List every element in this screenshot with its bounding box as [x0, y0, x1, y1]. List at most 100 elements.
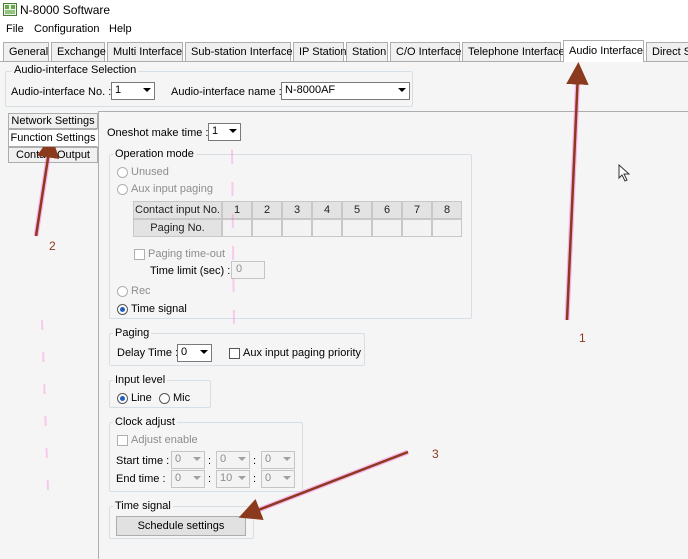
- aux-priority-checkbox[interactable]: [229, 348, 240, 359]
- paging-no-cell[interactable]: [432, 219, 462, 237]
- paging-no-cell[interactable]: [252, 219, 282, 237]
- oneshot-value: 1: [212, 125, 219, 137]
- tab-audio-interface[interactable]: Audio Interface: [563, 40, 644, 62]
- aux-input-paging-label: Aux input paging: [131, 183, 213, 195]
- tab-general[interactable]: General: [3, 42, 49, 61]
- paging-no-cell[interactable]: [282, 219, 312, 237]
- start-minute-value: 0: [220, 453, 227, 465]
- contact-no-4: 4: [312, 201, 342, 219]
- chevron-down-icon: [229, 129, 237, 133]
- radio-rec[interactable]: [117, 286, 128, 297]
- contact-no-2: 2: [252, 201, 282, 219]
- paging-timeout-checkbox[interactable]: [134, 249, 145, 260]
- contact-no-6: 6: [372, 201, 402, 219]
- chevron-down-icon: [238, 476, 246, 480]
- start-hour-select[interactable]: 0: [171, 451, 205, 469]
- time-limit-label: Time limit (sec) :: [150, 265, 231, 277]
- side-tab-contact-output[interactable]: Contact Output: [8, 147, 98, 163]
- adjust-enable-label: Adjust enable: [131, 434, 198, 446]
- line-label: Line: [131, 392, 152, 404]
- selection-group-label: Audio-interface Selection: [12, 64, 139, 76]
- time-signal-radio-label: Time signal: [131, 303, 187, 315]
- audio-interface-name-label: Audio-interface name :: [171, 86, 282, 98]
- radio-unused[interactable]: [117, 167, 128, 178]
- tab-station[interactable]: Station: [346, 42, 388, 61]
- mic-label: Mic: [173, 392, 191, 404]
- oneshot-label: Oneshot make time :: [107, 127, 209, 139]
- chevron-down-icon: [283, 457, 291, 461]
- tab-sub-station-interface[interactable]: Sub-station Interface: [185, 42, 293, 61]
- paging-no-cell[interactable]: [312, 219, 342, 237]
- radio-time-signal[interactable]: [117, 304, 128, 315]
- start-second-select[interactable]: 0: [261, 451, 295, 469]
- chevron-down-icon: [398, 88, 406, 92]
- paging-no-cell[interactable]: [402, 219, 432, 237]
- tab-ip-station[interactable]: IP Station: [293, 42, 347, 61]
- paging-no-label: Paging No.: [133, 219, 222, 237]
- end-second-select[interactable]: 0: [261, 470, 295, 488]
- end-minute-value: 10: [220, 472, 233, 484]
- chevron-down-icon: [200, 350, 208, 354]
- end-hour-select[interactable]: 0: [171, 470, 205, 488]
- tab-exchange[interactable]: Exchange: [51, 42, 106, 61]
- time-signal-group-label: Time signal: [113, 500, 173, 512]
- chevron-down-icon: [143, 88, 151, 92]
- tab-co-interface[interactable]: C/O Interface: [390, 42, 461, 61]
- menu-help[interactable]: Help: [109, 23, 132, 35]
- annotation-label-3: 3: [432, 447, 439, 461]
- delay-time-select[interactable]: 0: [177, 344, 212, 362]
- radio-aux-input-paging[interactable]: [117, 184, 128, 195]
- audio-interface-no-value: 1: [115, 84, 122, 96]
- time-separator: :: [253, 455, 257, 467]
- contact-no-1: 1: [222, 201, 252, 219]
- start-minute-select[interactable]: 0: [216, 451, 250, 469]
- tab-direct-se[interactable]: Direct Se: [646, 42, 688, 61]
- window-title: N-8000 Software: [20, 3, 111, 17]
- paging-no-cell[interactable]: [222, 219, 252, 237]
- chevron-down-icon: [193, 476, 201, 480]
- radio-mic[interactable]: [159, 393, 170, 404]
- delay-time-label: Delay Time :: [117, 347, 179, 359]
- paging-group-label: Paging: [113, 327, 152, 339]
- time-separator: :: [253, 473, 257, 485]
- radio-line[interactable]: [117, 393, 128, 404]
- tab-multi-interface[interactable]: Multi Interface: [107, 42, 183, 61]
- paging-no-cell[interactable]: [372, 219, 402, 237]
- adjust-enable-checkbox[interactable]: [117, 435, 128, 446]
- menu-configuration[interactable]: Configuration: [34, 23, 99, 35]
- operation-mode-label: Operation mode: [113, 148, 196, 160]
- chevron-down-icon: [193, 457, 201, 461]
- end-hour-value: 0: [175, 472, 182, 484]
- start-time-label: Start time :: [116, 455, 170, 467]
- menu-file[interactable]: File: [6, 23, 24, 35]
- audio-interface-no-label: Audio-interface No. :: [11, 86, 112, 98]
- audio-interface-name-value: N-8000AF: [285, 84, 336, 96]
- audio-interface-name-select[interactable]: N-8000AF: [281, 82, 410, 100]
- app-icon: [3, 3, 17, 16]
- paging-no-cell[interactable]: [342, 219, 372, 237]
- clock-adjust-label: Clock adjust: [113, 416, 177, 428]
- start-second-value: 0: [265, 453, 272, 465]
- time-separator: :: [208, 455, 212, 467]
- title-bar: N-8000 Software: [0, 0, 688, 20]
- audio-interface-no-select[interactable]: 1: [111, 82, 155, 100]
- end-second-value: 0: [265, 472, 272, 484]
- contact-no-8: 8: [432, 201, 462, 219]
- tab-telephone-interface[interactable]: Telephone Interface: [462, 42, 565, 61]
- time-limit-input[interactable]: 0: [231, 261, 265, 279]
- end-minute-select[interactable]: 10: [216, 470, 250, 488]
- chevron-down-icon: [238, 457, 246, 461]
- contact-input-header: Contact input No.: [133, 201, 222, 219]
- rec-label: Rec: [131, 285, 151, 297]
- contact-no-3: 3: [282, 201, 312, 219]
- annotation-label-1: 1: [579, 331, 586, 345]
- schedule-settings-button[interactable]: Schedule settings: [116, 516, 246, 536]
- paging-timeout-label: Paging time-out: [148, 248, 226, 260]
- aux-priority-label: Aux input paging priority: [243, 347, 362, 359]
- delay-time-value: 0: [181, 346, 188, 358]
- mouse-cursor-icon: [618, 164, 631, 182]
- chevron-down-icon: [283, 476, 291, 480]
- side-tab-function-settings[interactable]: Function Settings: [8, 129, 98, 147]
- side-tab-network-settings[interactable]: Network Settings: [8, 113, 98, 129]
- oneshot-select[interactable]: 1: [208, 123, 241, 141]
